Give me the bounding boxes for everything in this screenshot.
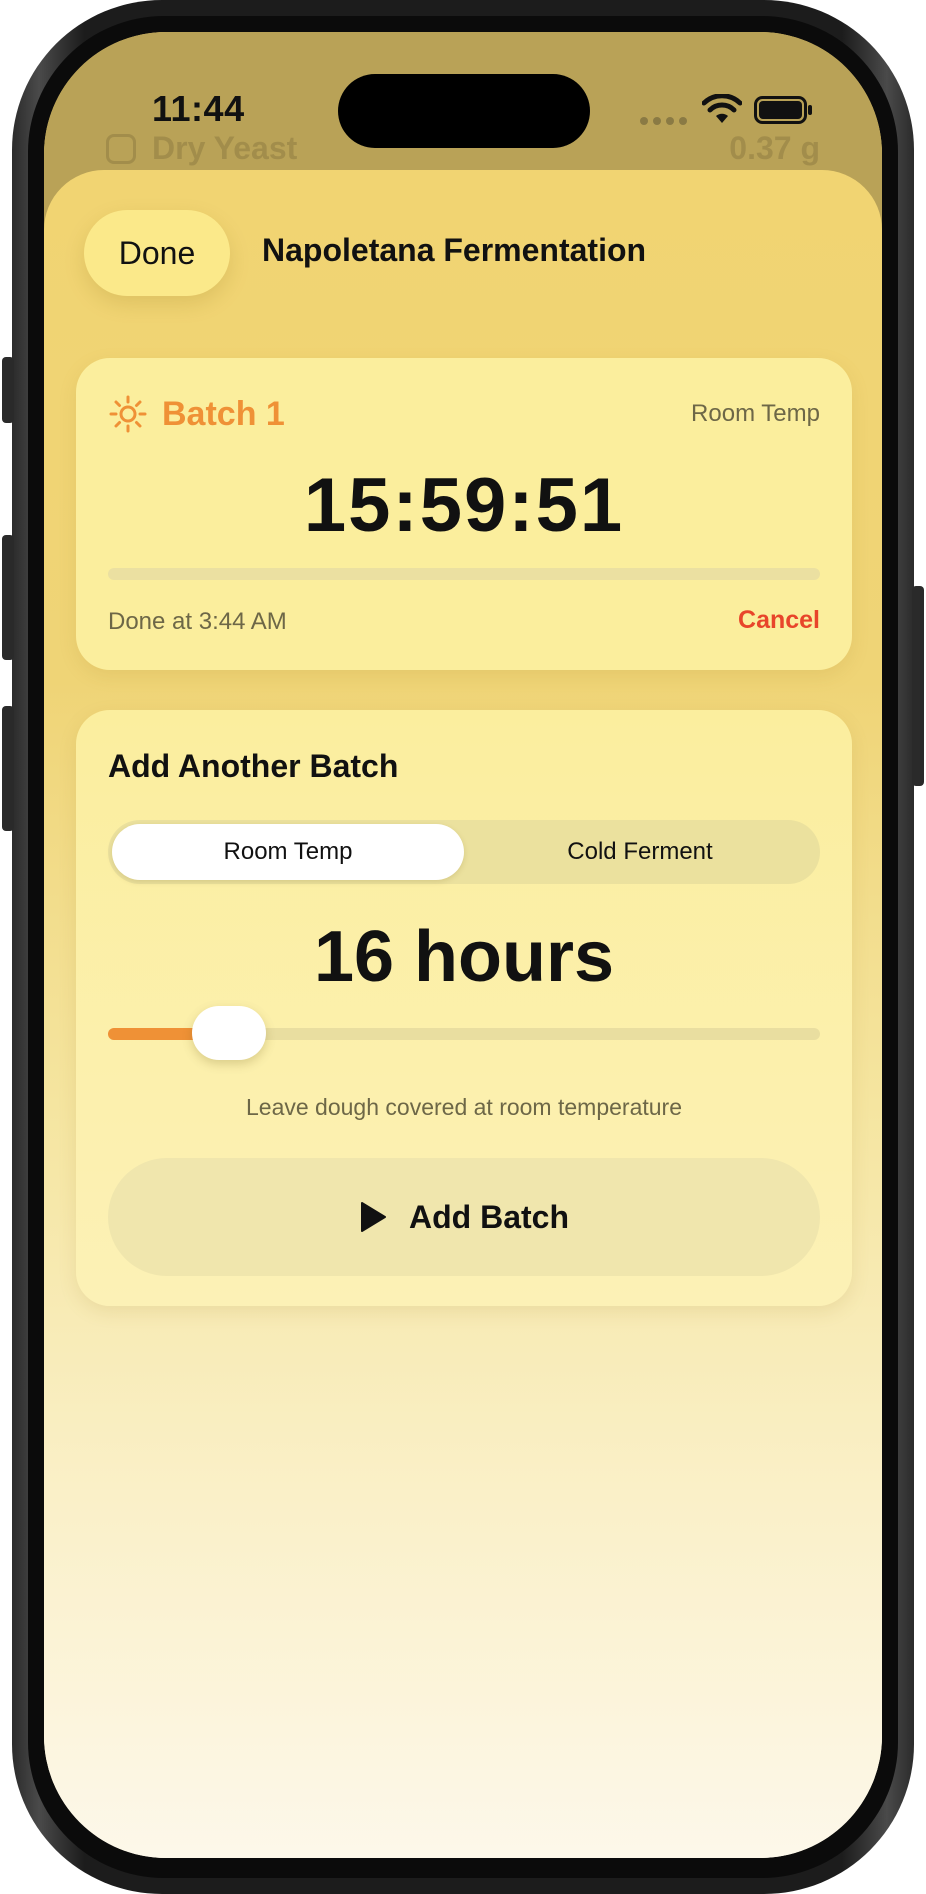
sheet-title: Napoletana Fermentation — [262, 232, 647, 268]
add-batch-title: Add Another Batch — [108, 748, 399, 784]
duration-hint: Leave dough covered at room temperature — [246, 1094, 682, 1120]
duration-display: 16 hours — [313, 917, 615, 997]
batch-progress-bar — [108, 568, 820, 580]
screen: Dry Yeast 0.37 g 11:44 Done Napoletana F… — [44, 32, 882, 1858]
action-button — [2, 357, 14, 423]
duration-slider[interactable] — [108, 1006, 820, 1060]
battery-icon — [754, 96, 812, 124]
background-ingredient-value: 0.37 g — [729, 130, 820, 166]
volume-down-button — [2, 706, 14, 831]
segment-cold-ferment[interactable]: Cold Ferment — [464, 824, 816, 880]
dynamic-island — [338, 74, 590, 148]
batch-mode: Room Temp — [691, 400, 820, 427]
batch-card: Batch 1 Room Temp 15:59:51 Done at 3:44 … — [76, 358, 852, 670]
add-batch-card: Add Another Batch Room Temp Cold Ferment… — [76, 710, 852, 1306]
ingredient-icon — [106, 133, 136, 164]
add-batch-label: Add Batch — [409, 1198, 569, 1235]
status-time: 11:44 — [152, 88, 245, 129]
background-ingredient-label: Dry Yeast — [152, 130, 298, 166]
power-button — [912, 586, 924, 786]
volume-up-button — [2, 535, 14, 660]
sun-icon — [109, 395, 147, 433]
signal-icon — [640, 117, 687, 125]
batch-header: Batch 1 — [108, 394, 285, 434]
segment-room-temp[interactable]: Room Temp — [112, 824, 464, 880]
wifi-icon — [702, 94, 742, 123]
play-icon — [361, 1202, 386, 1232]
done-button[interactable]: Done — [84, 210, 230, 296]
duration-slider-thumb[interactable] — [192, 1006, 267, 1060]
batch-name: Batch 1 — [162, 394, 285, 433]
cancel-button[interactable]: Cancel — [738, 606, 820, 635]
done-at-label: Done at 3:44 AM — [108, 608, 287, 635]
add-batch-button[interactable]: Add Batch — [108, 1158, 820, 1276]
countdown-timer: 15:59:51 — [303, 463, 625, 548]
ferment-type-segmented-control: Room Temp Cold Ferment — [108, 820, 820, 884]
